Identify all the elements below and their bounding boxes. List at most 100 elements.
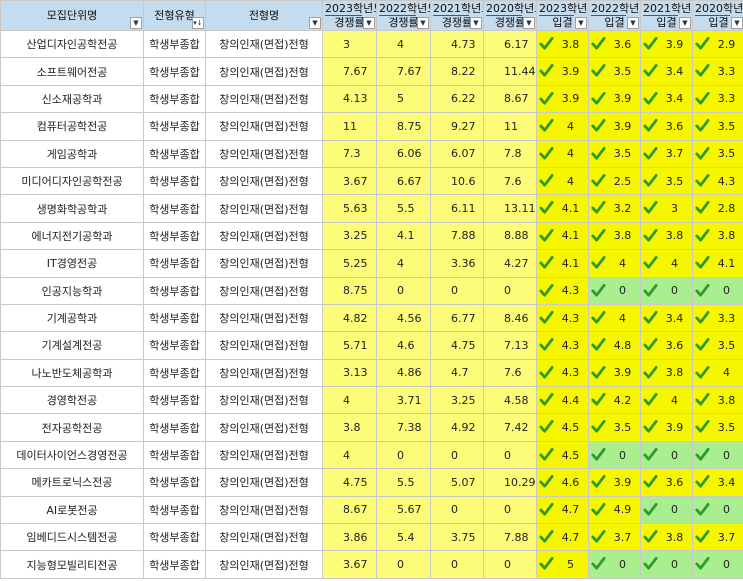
cell-competition[interactable]: 0 <box>483 440 537 470</box>
cell-grade[interactable]: 4.3 <box>536 358 589 388</box>
cell-name[interactable]: 창의인재(면접)전형 <box>205 303 323 333</box>
cell-competition[interactable]: 5.71 <box>322 331 377 360</box>
cell-competition[interactable]: 6.22 <box>430 84 484 114</box>
filter-dropdown-icon[interactable]: ▼ <box>523 17 535 29</box>
cell-type[interactable]: 학생부종합 <box>143 84 206 114</box>
cell-competition[interactable]: 5.25 <box>322 249 377 278</box>
cell-grade[interactable]: 2.5 <box>588 166 641 196</box>
cell-competition[interactable]: 5 <box>376 84 431 114</box>
cell-dept[interactable]: 나노반도체공학과 <box>0 358 144 388</box>
cell-competition[interactable]: 0 <box>376 440 431 470</box>
cell-type[interactable]: 학생부종합 <box>143 249 206 278</box>
cell-competition[interactable]: 4 <box>376 249 431 278</box>
cell-competition[interactable]: 6.07 <box>430 139 484 168</box>
cell-grade[interactable]: 0 <box>640 440 693 470</box>
cell-competition[interactable]: 3.25 <box>322 221 377 251</box>
cell-grade[interactable]: 3.5 <box>692 413 743 442</box>
cell-competition[interactable]: 7.88 <box>430 221 484 251</box>
cell-grade[interactable]: 3.8 <box>640 523 693 552</box>
cell-competition[interactable]: 8.46 <box>483 303 537 333</box>
cell-grade[interactable]: 4 <box>588 249 641 278</box>
cell-type[interactable]: 학생부종합 <box>143 358 206 388</box>
cell-grade[interactable]: 3.5 <box>588 57 641 86</box>
cell-grade[interactable]: 3.8 <box>692 221 743 251</box>
cell-grade[interactable]: 3.4 <box>692 468 743 497</box>
cell-competition[interactable]: 3.36 <box>430 249 484 278</box>
cell-competition[interactable]: 4.86 <box>376 358 431 388</box>
cell-competition[interactable]: 10.29 <box>483 468 537 497</box>
cell-name[interactable]: 창의인재(면접)전형 <box>205 276 323 305</box>
cell-name[interactable]: 창의인재(면접)전형 <box>205 112 323 141</box>
cell-grade[interactable]: 3.3 <box>692 303 743 333</box>
cell-competition[interactable]: 8.75 <box>322 276 377 305</box>
cell-dept[interactable]: 지능형모빌리티전공 <box>0 550 144 579</box>
cell-competition[interactable]: 4.27 <box>483 249 537 278</box>
cell-grade[interactable]: 4.9 <box>588 495 641 525</box>
cell-grade[interactable]: 3.5 <box>588 413 641 442</box>
cell-name[interactable]: 창의인재(면접)전형 <box>205 386 323 415</box>
cell-grade[interactable]: 4.7 <box>536 523 589 552</box>
cell-competition[interactable]: 4 <box>322 440 377 470</box>
cell-competition[interactable]: 4.82 <box>322 303 377 333</box>
filter-dropdown-icon[interactable]: ▼ <box>309 17 321 29</box>
cell-grade[interactable]: 4.7 <box>536 495 589 525</box>
cell-grade[interactable]: 3.3 <box>692 84 743 114</box>
cell-competition[interactable]: 6.11 <box>430 194 484 223</box>
cell-competition[interactable]: 4.75 <box>430 331 484 360</box>
filter-dropdown-icon[interactable]: ▼ <box>731 17 743 29</box>
cell-grade[interactable]: 4.3 <box>536 276 589 305</box>
cell-grade[interactable]: 4.1 <box>536 194 589 223</box>
cell-competition[interactable]: 3.71 <box>376 386 431 415</box>
cell-grade[interactable]: 4.1 <box>536 249 589 278</box>
cell-grade[interactable]: 3.5 <box>692 139 743 168</box>
cell-competition[interactable]: 8.88 <box>483 221 537 251</box>
cell-competition[interactable]: 0 <box>430 495 484 525</box>
cell-grade[interactable]: 3.8 <box>588 221 641 251</box>
cell-competition[interactable]: 4.58 <box>483 386 537 415</box>
cell-grade[interactable]: 3.9 <box>588 112 641 141</box>
cell-type[interactable]: 학생부종합 <box>143 331 206 360</box>
cell-competition[interactable]: 7.8 <box>483 139 537 168</box>
cell-name[interactable]: 창의인재(면접)전형 <box>205 221 323 251</box>
cell-competition[interactable]: 5.63 <box>322 194 377 223</box>
cell-grade[interactable]: 3.3 <box>692 57 743 86</box>
cell-grade[interactable]: 3.5 <box>588 139 641 168</box>
cell-competition[interactable]: 3 <box>322 29 377 59</box>
cell-grade[interactable]: 3.6 <box>640 112 693 141</box>
cell-name[interactable]: 창의인재(면접)전형 <box>205 166 323 196</box>
cell-grade[interactable]: 3.8 <box>640 358 693 388</box>
cell-type[interactable]: 학생부종합 <box>143 139 206 168</box>
cell-name[interactable]: 창의인재(면접)전형 <box>205 468 323 497</box>
cell-competition[interactable]: 0 <box>483 495 537 525</box>
cell-dept[interactable]: AI로봇전공 <box>0 495 144 525</box>
cell-competition[interactable]: 0 <box>376 550 431 579</box>
cell-competition[interactable]: 7.3 <box>322 139 377 168</box>
cell-competition[interactable]: 6.06 <box>376 139 431 168</box>
cell-type[interactable]: 학생부종합 <box>143 194 206 223</box>
cell-grade[interactable]: 3.8 <box>536 29 589 59</box>
cell-grade[interactable]: 0 <box>588 440 641 470</box>
filter-dropdown-icon[interactable]: ▼ <box>627 17 639 29</box>
cell-dept[interactable]: 에너지전기공학과 <box>0 221 144 251</box>
cell-grade[interactable]: 2.9 <box>692 29 743 59</box>
cell-grade[interactable]: 3.9 <box>536 84 589 114</box>
cell-grade[interactable]: 3.4 <box>640 57 693 86</box>
cell-grade[interactable]: 0 <box>692 440 743 470</box>
filter-dropdown-icon[interactable]: ▼ <box>363 17 375 29</box>
cell-competition[interactable]: 8.75 <box>376 112 431 141</box>
cell-competition[interactable]: 3.8 <box>322 413 377 442</box>
cell-grade[interactable]: 0 <box>640 276 693 305</box>
cell-competition[interactable]: 8.67 <box>483 84 537 114</box>
cell-type[interactable]: 학생부종합 <box>143 221 206 251</box>
cell-type[interactable]: 학생부종합 <box>143 523 206 552</box>
cell-type[interactable]: 학생부종합 <box>143 550 206 579</box>
cell-competition[interactable]: 7.38 <box>376 413 431 442</box>
cell-grade[interactable]: 4 <box>588 303 641 333</box>
cell-competition[interactable]: 0 <box>430 276 484 305</box>
cell-competition[interactable]: 3.75 <box>430 523 484 552</box>
filter-dropdown-icon[interactable]: ▼ <box>417 17 429 29</box>
cell-grade[interactable]: 4.5 <box>536 413 589 442</box>
cell-name[interactable]: 창의인재(면접)전형 <box>205 57 323 86</box>
cell-competition[interactable]: 0 <box>483 276 537 305</box>
cell-competition[interactable]: 5.07 <box>430 468 484 497</box>
